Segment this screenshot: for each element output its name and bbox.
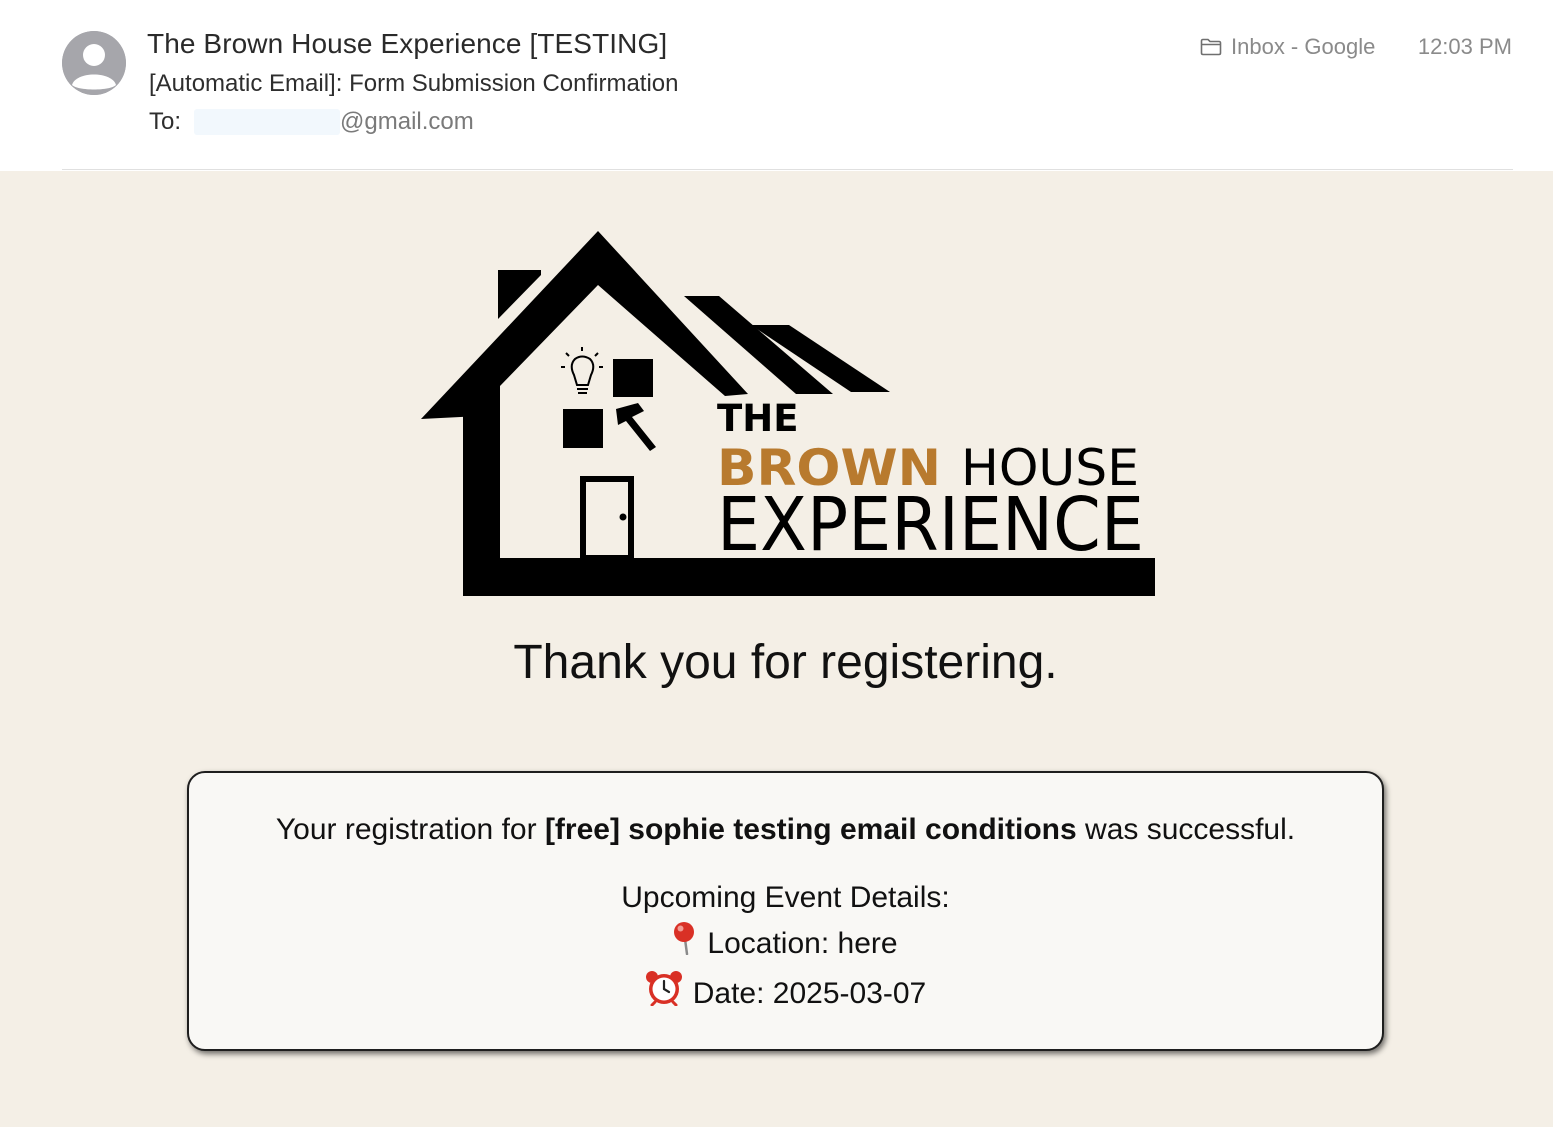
recipient-row: To: @gmail.com — [149, 108, 474, 136]
email-viewer: The Brown House Experience [TESTING] [Au… — [0, 0, 1553, 1127]
event-date: Date: 2025-03-07 — [692, 976, 927, 1010]
logo-text-the: THE — [717, 397, 798, 440]
event-details-heading: Upcoming Event Details: — [621, 881, 950, 914]
email-header: The Brown House Experience [TESTING] [Au… — [0, 0, 1553, 171]
email-subject: [Automatic Email]: Form Submission Confi… — [149, 70, 679, 97]
alarm-clock-icon — [645, 970, 683, 1014]
folder-icon — [1200, 38, 1222, 56]
logo-text-experience: EXPERIENCE — [717, 482, 1144, 568]
registration-prefix: Your registration for — [275, 813, 545, 846]
brown-house-logo: THE BROWN HOUSE EXPERIENCE — [421, 231, 1155, 596]
event-date-row: Date: 2025-03-07 — [189, 970, 1382, 1017]
person-icon — [62, 31, 126, 95]
registration-card: Your registration for [free] sophie test… — [187, 771, 1384, 1051]
event-location-row: Location: here — [189, 921, 1382, 966]
redacted-recipient — [194, 109, 341, 135]
to-label: To: — [149, 108, 182, 135]
recipient-domain[interactable]: @gmail.com — [340, 108, 474, 136]
registration-message: Your registration for [free] sophie test… — [189, 813, 1382, 847]
email-body: THE BROWN HOUSE EXPERIENCE Thank you for… — [0, 171, 1553, 1127]
sender-avatar[interactable] — [62, 31, 126, 95]
pin-icon — [673, 921, 697, 963]
sender-name[interactable]: The Brown House Experience [TESTING] — [147, 28, 667, 60]
header-divider — [62, 169, 1513, 170]
registration-suffix: was successful. — [1076, 813, 1296, 846]
thank-you-heading: Thank you for registering. — [513, 636, 1058, 689]
received-time: 12:03 PM — [1417, 34, 1512, 59]
event-name: [free] sophie testing email conditions — [544, 813, 1077, 846]
mailbox-label[interactable]: Inbox - Google — [1200, 34, 1375, 60]
mailbox-name: Inbox - Google — [1231, 34, 1376, 59]
event-location: Location: here — [707, 926, 898, 960]
